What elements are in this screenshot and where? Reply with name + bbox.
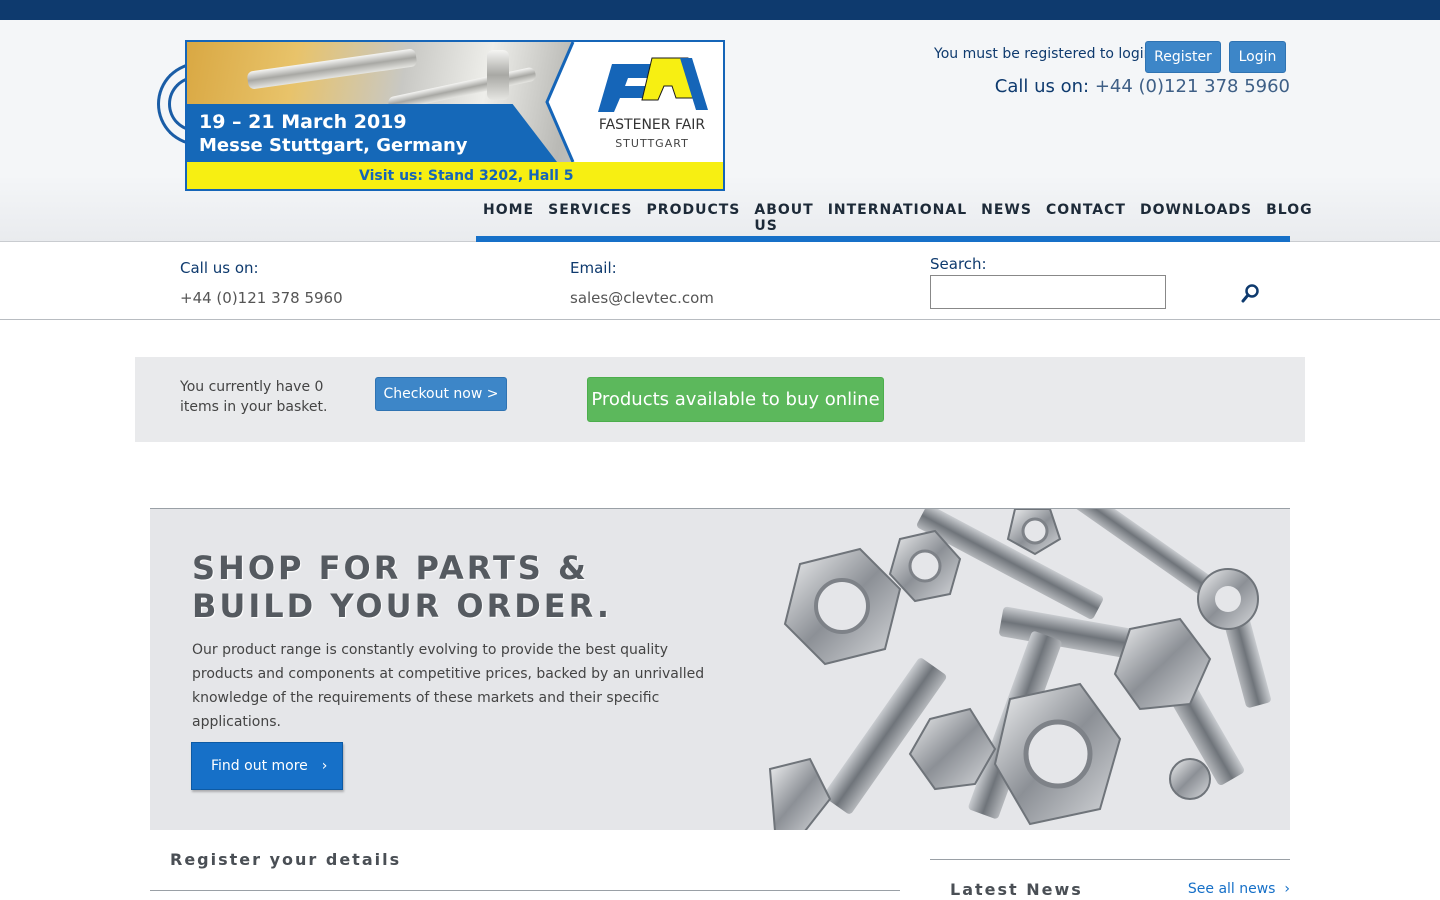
hero-banner: SHOP FOR PARTS & BUILD YOUR ORDER. Our p… <box>150 508 1290 830</box>
banner-venue: Messe Stuttgart, Germany <box>199 135 468 156</box>
call-value[interactable]: +44 (0)121 378 5960 <box>180 289 343 307</box>
login-button[interactable]: Login <box>1229 41 1286 73</box>
call-label: Call us on: <box>180 259 259 277</box>
hero-description: Our product range is constantly evolving… <box>192 642 705 730</box>
fasteners-image <box>768 509 1271 830</box>
header-phone: Call us on: +44 (0)121 378 5960 <box>995 76 1290 97</box>
hero-title: SHOP FOR PARTS & BUILD YOUR ORDER. <box>192 549 612 625</box>
buy-online-button[interactable]: Products available to buy online <box>587 377 884 422</box>
search-input[interactable] <box>930 275 1166 309</box>
see-all-news-label: See all news <box>1187 881 1276 897</box>
header-phone-label: Call us on: <box>994 76 1090 97</box>
search-icon[interactable] <box>1240 282 1262 304</box>
find-out-more-button[interactable]: Find out more › <box>191 742 343 790</box>
fair-city: STUTTGART <box>615 137 689 150</box>
search-label: Search: <box>930 255 987 273</box>
top-bar <box>0 0 1440 20</box>
news-title: Latest News <box>950 880 1083 899</box>
nav-international[interactable]: INTERNATIONAL <box>828 202 967 236</box>
hero-title-line2: BUILD YOUR ORDER. <box>192 587 613 625</box>
nav-home[interactable]: HOME <box>483 202 534 236</box>
checkout-button[interactable]: Checkout now > <box>375 377 507 411</box>
nav-downloads[interactable]: DOWNLOADS <box>1140 202 1252 236</box>
register-button[interactable]: Register <box>1145 41 1221 73</box>
fair-name: FASTENER FAIR <box>598 117 706 133</box>
nav-blog[interactable]: BLOG <box>1266 202 1313 236</box>
news-section-header: Latest News See all news › <box>930 859 1290 900</box>
banner-visit-text: Visit us: Stand 3202, Hall 5 <box>359 168 574 184</box>
banner-bolt-image <box>487 50 509 100</box>
nav-services[interactable]: SERVICES <box>548 202 632 236</box>
nav-products[interactable]: PRODUCTS <box>647 202 741 236</box>
register-title: Register your details <box>170 850 402 869</box>
nav-about-us[interactable]: ABOUT US <box>754 202 813 236</box>
basket-status: You currently have 0 items in your baske… <box>180 379 328 415</box>
see-all-news-link[interactable]: See all news › <box>1188 881 1290 897</box>
main-nav: HOME SERVICES PRODUCTS ABOUT US INTERNAT… <box>476 202 1312 243</box>
fastener-fair-banner[interactable]: 19 – 21 March 2019 Messe Stuttgart, Germ… <box>185 40 725 191</box>
fastener-fair-logo-icon <box>598 57 708 112</box>
find-out-more-label: Find out more <box>211 758 308 774</box>
chevron-right-icon: › <box>321 758 328 774</box>
hero-title-line1: SHOP FOR PARTS & <box>192 549 589 587</box>
header-phone-number[interactable]: +44 (0)121 378 5960 <box>1095 76 1290 97</box>
register-section-header: Register your details <box>150 830 900 891</box>
nav-news[interactable]: NEWS <box>981 202 1032 236</box>
chevron-right-icon: › <box>1279 881 1290 897</box>
banner-dates: 19 – 21 March 2019 <box>199 111 407 133</box>
login-message: You must be registered to login. <box>934 46 1157 62</box>
email-label: Email: <box>570 259 617 277</box>
basket-bar: You currently have 0 items in your baske… <box>135 357 1305 442</box>
contact-info-bar: Call us on: +44 (0)121 378 5960 Email: s… <box>0 242 1440 320</box>
email-value[interactable]: sales@clevtec.com <box>570 289 714 307</box>
nav-contact[interactable]: CONTACT <box>1046 202 1126 236</box>
